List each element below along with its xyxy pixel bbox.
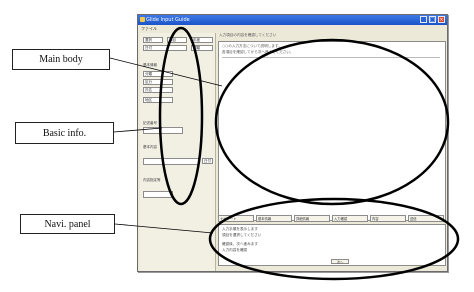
navi-panel-leader [114, 223, 214, 234]
main-body-ellipse [214, 38, 450, 206]
navi-panel-ellipse [208, 197, 460, 281]
basic-info-leader [113, 127, 163, 133]
basic-info-ellipse [158, 26, 204, 206]
main-body-leader [109, 57, 223, 87]
annotation-overlay [109, 26, 460, 281]
